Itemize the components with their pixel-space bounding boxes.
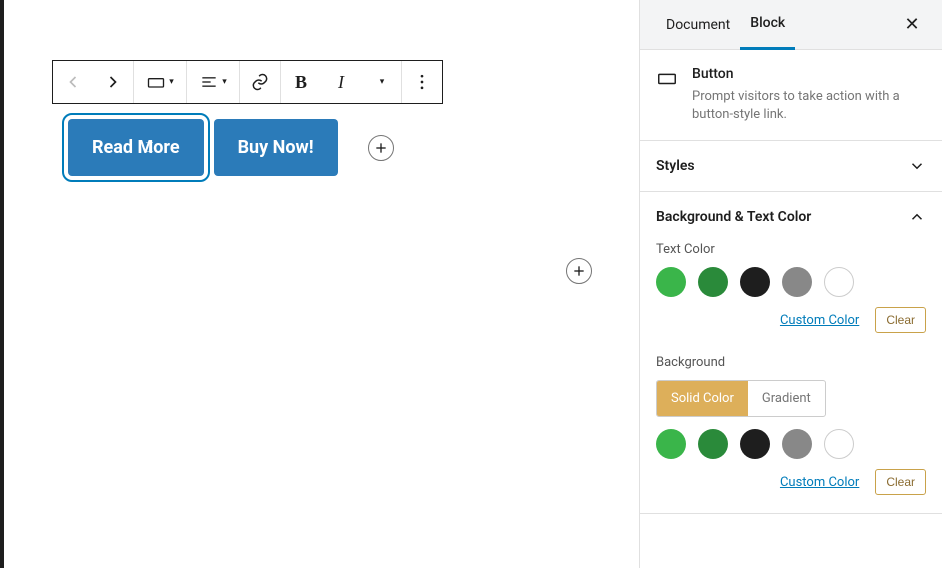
bg-swatch-green1[interactable] xyxy=(656,429,686,459)
change-block-type-button[interactable]: ▾ xyxy=(134,61,186,103)
button-buy-now[interactable]: Buy Now! xyxy=(214,119,338,176)
bg-swatch-green2[interactable] xyxy=(698,429,728,459)
link-button[interactable] xyxy=(240,61,280,103)
panel-title: Background & Text Color xyxy=(656,209,811,225)
bg-swatch-black[interactable] xyxy=(740,429,770,459)
custom-color-link[interactable]: Custom Color xyxy=(780,313,859,328)
panel-styles-toggle[interactable]: Styles xyxy=(640,141,942,191)
buttons-block: Read More ⌶ Buy Now! xyxy=(68,119,394,176)
swatch-black[interactable] xyxy=(740,267,770,297)
swatch-gray[interactable] xyxy=(782,267,812,297)
panel-title: Styles xyxy=(656,158,695,174)
settings-sidebar: Document Block ✕ Button Prompt visitors … xyxy=(639,0,942,568)
align-button[interactable]: ▾ xyxy=(187,61,239,103)
button-read-more[interactable]: Read More ⌶ xyxy=(68,119,204,176)
block-description: Prompt visitors to take action with a bu… xyxy=(692,88,926,124)
background-type-toggle: Solid Color Gradient xyxy=(656,380,826,417)
solid-color-option[interactable]: Solid Color xyxy=(657,381,748,416)
sidebar-tabs: Document Block ✕ xyxy=(640,0,942,50)
button-label: Buy Now! xyxy=(238,137,314,158)
more-options-button[interactable] xyxy=(402,61,442,103)
gradient-option[interactable]: Gradient xyxy=(748,381,825,416)
background-swatches xyxy=(656,429,926,459)
button-label: Read More xyxy=(92,137,180,158)
tab-document[interactable]: Document xyxy=(656,0,740,50)
editor-canvas[interactable]: ▾ ▾ B I ▾ xyxy=(0,0,639,568)
block-info: Button Prompt visitors to take action wi… xyxy=(640,50,942,141)
swatch-white[interactable] xyxy=(824,267,854,297)
chevron-up-icon xyxy=(908,208,926,226)
background-label: Background xyxy=(656,355,926,370)
panel-background-text-color: Background & Text Color Text Color Custo… xyxy=(640,192,942,514)
nav-down-icon[interactable] xyxy=(93,61,133,103)
text-cursor-icon: ⌶ xyxy=(145,140,153,156)
block-toolbar: ▾ ▾ B I ▾ xyxy=(52,60,443,104)
italic-button[interactable]: I xyxy=(321,61,361,103)
swatch-green2[interactable] xyxy=(698,267,728,297)
more-rich-text-button[interactable]: ▾ xyxy=(361,61,401,103)
chevron-down-icon xyxy=(908,157,926,175)
panel-bgcolor-toggle[interactable]: Background & Text Color xyxy=(640,192,942,242)
text-color-swatches xyxy=(656,267,926,297)
nav-up-icon[interactable] xyxy=(53,61,93,103)
panel-styles: Styles xyxy=(640,141,942,192)
add-block-canvas-button[interactable] xyxy=(566,258,592,284)
bg-swatch-gray[interactable] xyxy=(782,429,812,459)
block-title: Button xyxy=(692,66,926,82)
bold-button[interactable]: B xyxy=(281,61,321,103)
button-block-selected[interactable]: Read More ⌶ xyxy=(68,119,204,176)
clear-bg-color-button[interactable]: Clear xyxy=(875,469,926,495)
add-block-inline-button[interactable] xyxy=(368,135,394,161)
close-sidebar-button[interactable]: ✕ xyxy=(898,14,926,35)
clear-text-color-button[interactable]: Clear xyxy=(875,307,926,333)
text-color-label: Text Color xyxy=(656,242,926,257)
custom-bg-color-link[interactable]: Custom Color xyxy=(780,475,859,490)
tab-block[interactable]: Block xyxy=(740,0,795,50)
button-block-icon xyxy=(656,66,678,90)
bg-swatch-white[interactable] xyxy=(824,429,854,459)
swatch-green1[interactable] xyxy=(656,267,686,297)
